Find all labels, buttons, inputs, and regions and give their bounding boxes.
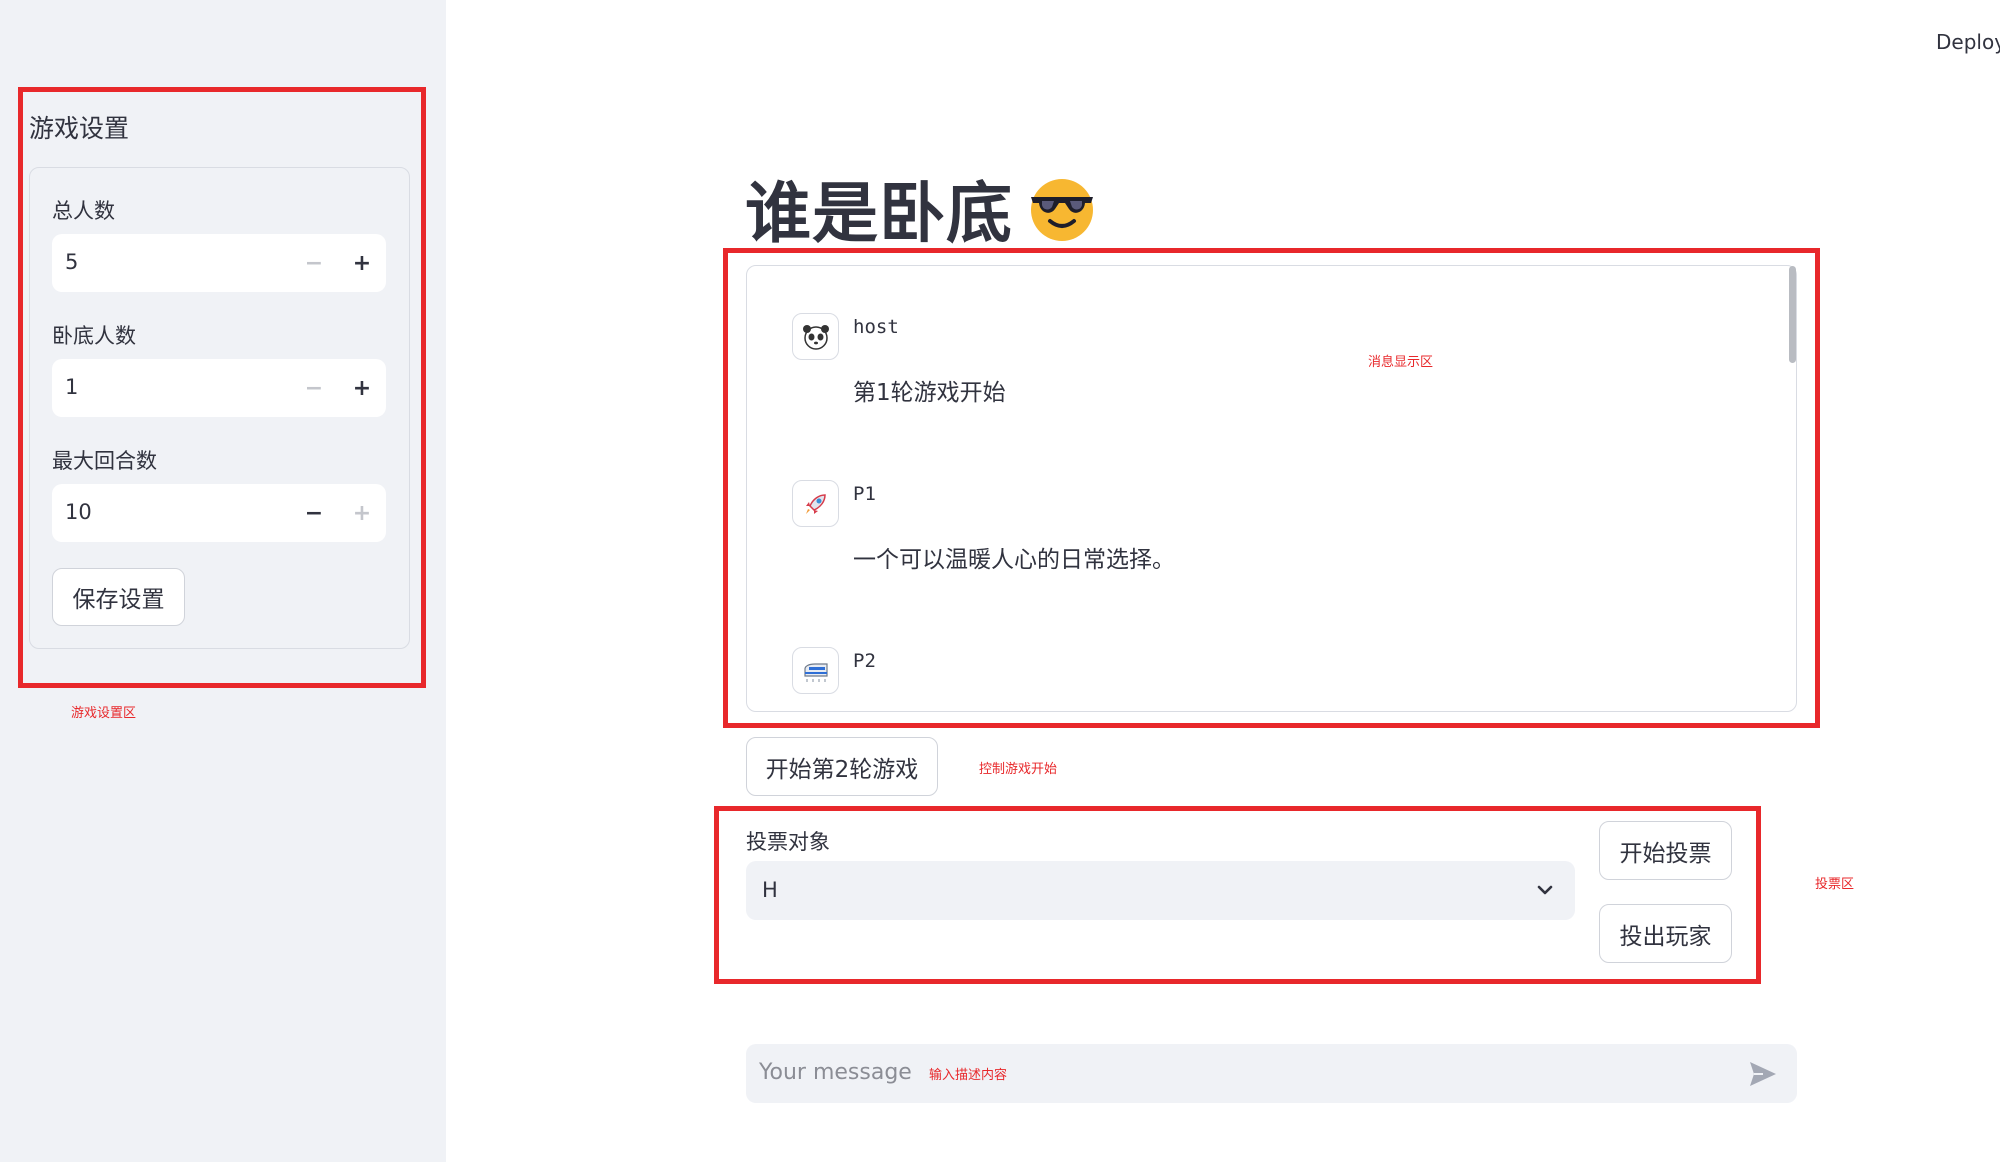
input-hint-note: 输入描述内容: [929, 1068, 1008, 1083]
settings-area-highlight: [18, 87, 426, 688]
page-title: 谁是卧底: [745, 160, 1097, 256]
message-input-placeholder: Your message: [759, 1060, 912, 1085]
smiling-face-with-sunglasses-icon: [1031, 179, 1093, 241]
game-control-note: 控制游戏开始: [979, 762, 1058, 777]
start-round-button[interactable]: 开始第2轮游戏: [746, 737, 938, 796]
page-title-text: 谁是卧底: [745, 175, 1013, 252]
vote-area-note: 投票区: [1815, 877, 1855, 892]
vote-area-highlight: [714, 806, 1761, 984]
message-area-note: 消息显示区: [1368, 355, 1434, 370]
deploy-button[interactable]: Deploy: [1936, 30, 2000, 54]
message-input[interactable]: Your message: [746, 1044, 1797, 1103]
message-area-highlight: [723, 248, 1820, 728]
send-icon[interactable]: [1749, 1061, 1777, 1087]
settings-area-note: 游戏设置区: [71, 706, 137, 721]
